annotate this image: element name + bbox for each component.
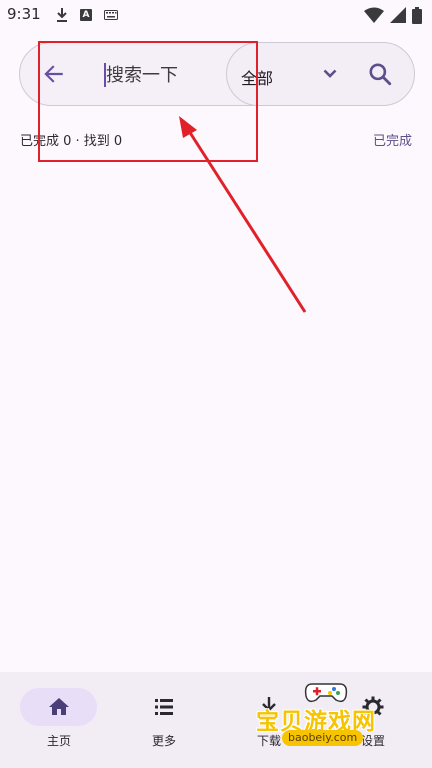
search-icon[interactable] [367,61,393,87]
nav-label-download: 下载 [256,734,281,748]
nav-label-home: 主页 [46,734,71,748]
screen: 9:31 A 搜索一下 全部 已完成 0 · 找到 0 已完成 主页 更多 下载… [0,0,432,768]
status-time: 9:31 [7,5,41,23]
filter-dropdown[interactable]: 全部 [226,42,415,106]
nav-label-more: 更多 [151,734,176,748]
completed-link[interactable]: 已完成 [373,130,412,149]
status-right-icons [364,6,422,24]
home-icon [49,698,69,715]
signal-icon [390,7,406,23]
filter-selected-value: 全部 [241,69,274,88]
bottom-nav: 主页 更多 下载 设置 [0,672,432,768]
nav-item-home[interactable]: 主页 [0,672,108,768]
battery-icon [412,6,422,24]
list-icon [155,699,173,715]
status-bar: 9:31 A [0,0,432,30]
download-icon [57,8,67,22]
status-left-icons: A [56,7,118,23]
nav-item-more[interactable]: 更多 [105,672,213,768]
back-arrow-icon[interactable] [40,61,66,87]
wifi-icon [364,7,384,23]
nav-item-download[interactable]: 下载 [210,672,318,768]
result-summary: 已完成 0 · 找到 0 [20,134,123,149]
download-icon [261,697,277,717]
chevron-down-icon [323,69,337,78]
annotation-arrowhead [179,116,197,138]
nav-item-settings[interactable]: 设置 [314,672,422,768]
search-bar: 全部 [19,42,415,106]
keyboard-icon [104,10,118,20]
annotation-arrow-line [187,130,307,313]
font-icon: A [80,9,92,21]
nav-label-settings: 设置 [360,734,385,748]
gear-icon [362,696,384,718]
annotation-overlay [38,41,307,313]
search-input[interactable] [106,59,236,91]
